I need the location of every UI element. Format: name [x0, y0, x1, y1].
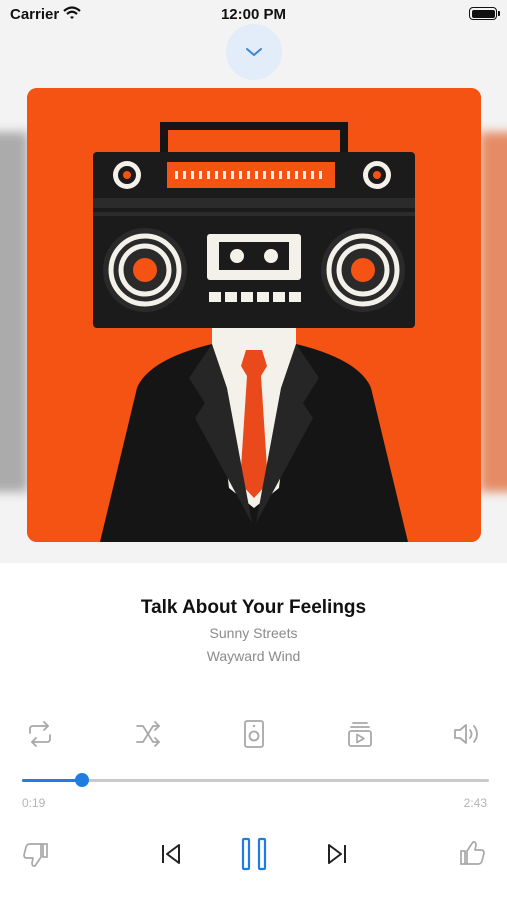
song-title: Talk About Your Feelings — [140, 597, 367, 618]
repeat-button[interactable] — [24, 718, 56, 750]
speaker-device-icon — [244, 720, 264, 748]
volume-button[interactable] — [450, 718, 484, 750]
status-time: 12:00 PM — [220, 6, 287, 23]
dislike-button[interactable] — [20, 838, 52, 870]
now-playing-artwork-area — [0, 0, 507, 563]
progress-fill — [22, 779, 82, 782]
progress-scrubber-handle[interactable] — [74, 773, 89, 787]
shuffle-button[interactable] — [132, 718, 164, 750]
previous-artwork-peek[interactable] — [0, 132, 28, 492]
next-track-button[interactable] — [322, 838, 352, 870]
skip-forward-icon — [328, 844, 346, 864]
artist-name[interactable]: Sunny Streets — [0, 625, 507, 641]
album-art-illustration — [27, 88, 481, 542]
previous-track-button[interactable] — [156, 838, 186, 870]
like-button[interactable] — [456, 838, 488, 870]
thumbs-up-icon — [460, 841, 485, 865]
collapse-player-button[interactable] — [226, 24, 282, 80]
shuffle-icon — [136, 721, 160, 747]
pause-button[interactable] — [236, 834, 272, 874]
skip-back-icon — [162, 844, 180, 864]
status-bar: Carrier 12:00 PM — [0, 0, 507, 30]
speaker-output-button[interactable] — [238, 718, 270, 750]
elapsed-time: 0:19 — [22, 796, 46, 810]
video-queue-icon — [348, 722, 372, 747]
video-queue-button[interactable] — [344, 718, 376, 750]
chevron-down-icon — [246, 48, 262, 56]
next-artwork-peek[interactable] — [480, 132, 507, 492]
volume-icon — [454, 724, 478, 744]
repeat-icon — [29, 721, 51, 747]
track-duration: 2:43 — [463, 796, 487, 810]
album-name[interactable]: Wayward Wind — [0, 648, 507, 664]
battery-icon — [469, 7, 500, 20]
pause-icon — [241, 837, 267, 871]
album-cover — [27, 88, 481, 542]
thumbs-down-icon — [23, 843, 48, 867]
playback-progress-bar[interactable] — [22, 773, 489, 787]
